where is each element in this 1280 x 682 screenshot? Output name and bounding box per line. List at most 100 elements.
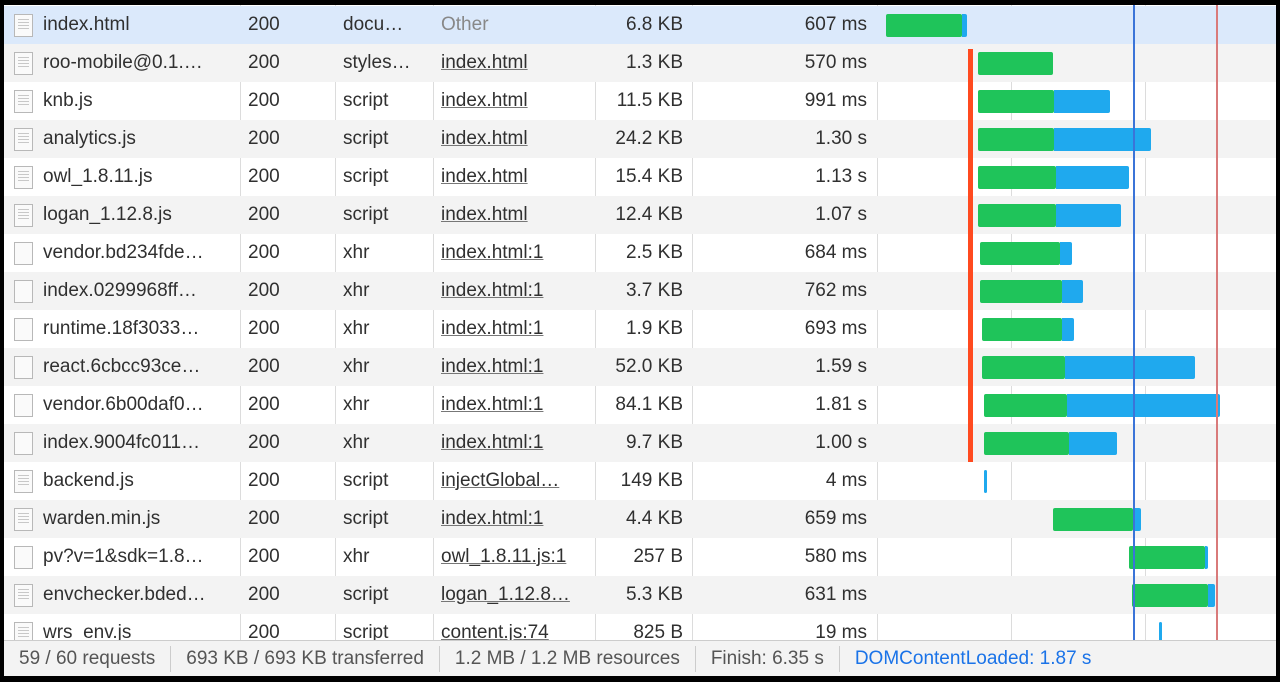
request-initiator[interactable]: index.html:1 — [441, 386, 593, 424]
request-status: 200 — [248, 90, 280, 111]
request-initiator[interactable]: content.js:74 — [441, 614, 593, 640]
request-initiator[interactable]: index.html:1 — [441, 272, 593, 310]
request-time: 1.13 s — [815, 166, 867, 187]
waterfall-download-bar — [1158, 622, 1162, 640]
request-size: 4.4 KB — [625, 508, 683, 529]
request-time: 580 ms — [804, 546, 867, 567]
request-initiator[interactable]: index.html:1 — [441, 234, 593, 272]
document-icon — [14, 508, 33, 531]
request-initiator[interactable]: index.html:1 — [441, 500, 593, 538]
request-size: 1.9 KB — [625, 318, 683, 339]
request-size: 1.3 KB — [625, 52, 683, 73]
request-status: 200 — [248, 622, 280, 640]
waterfall-download-bar — [983, 470, 987, 493]
request-type: script — [343, 166, 389, 187]
request-initiator[interactable]: index.html — [441, 82, 593, 120]
request-time: 1.30 s — [815, 128, 867, 149]
request-initiator[interactable]: index.html — [441, 196, 593, 234]
waterfall-waiting-bar — [983, 394, 1067, 417]
waterfall-download-bar — [1207, 584, 1215, 607]
table-row[interactable]: roo-mobile@0.1.… 200 styles… index.html 1.3 … — [4, 44, 1276, 82]
waterfall-download-bar — [962, 14, 968, 37]
table-row[interactable]: warden.min.js 200 script index.html:1 4.4 KB… — [4, 500, 1276, 538]
request-type: xhr — [343, 546, 370, 567]
request-type: xhr — [343, 432, 370, 453]
table-row[interactable]: owl_1.8.11.js 200 script index.html 15.4 KB 1… — [4, 158, 1276, 196]
request-name: owl_1.8.11.js — [43, 166, 153, 187]
request-status: 200 — [248, 394, 280, 415]
request-status: 200 — [248, 508, 280, 529]
dom-content-loaded-line — [1132, 5, 1135, 640]
waterfall-download-bar — [1056, 204, 1121, 227]
file-icon — [14, 242, 33, 265]
table-row[interactable]: vendor.bd234fde… 200 xhr index.html:1 2.5 KB… — [4, 234, 1276, 272]
request-initiator[interactable]: injectGlobal… — [441, 462, 593, 500]
request-table: index.html 200 docu… Other 6.8 KB 607 ms roo-m… — [4, 5, 1276, 640]
table-row[interactable]: index.9004fc011… 200 xhr index.html:1 9.7 KB… — [4, 424, 1276, 462]
request-initiator[interactable]: logan_1.12.8… — [441, 576, 593, 614]
request-name: analytics.js — [43, 128, 136, 149]
request-name: backend.js — [43, 470, 134, 491]
table-row[interactable]: backend.js 200 script injectGlobal… 149 KB 4 … — [4, 462, 1276, 500]
document-icon — [14, 128, 33, 151]
table-row[interactable]: knb.js 200 script index.html 11.5 KB 991 ms — [4, 82, 1276, 120]
waterfall-waiting-bar — [979, 280, 1062, 303]
request-name: wrs_env.js — [43, 622, 132, 640]
request-initiator[interactable]: index.html — [441, 120, 593, 158]
table-row[interactable]: index.html 200 docu… Other 6.8 KB 607 ms — [4, 6, 1276, 44]
waterfall-download-bar — [1066, 394, 1220, 417]
table-row[interactable]: react.6cbcc93ce… 200 xhr index.html:1 52.0 K… — [4, 348, 1276, 386]
request-status: 200 — [248, 242, 280, 263]
waterfall-waiting-bar — [978, 204, 1056, 227]
request-type: script — [343, 584, 389, 605]
document-icon — [14, 470, 33, 493]
request-initiator[interactable]: index.html:1 — [441, 424, 593, 462]
request-time: 19 ms — [815, 622, 867, 640]
request-time: 1.81 s — [815, 394, 867, 415]
table-row[interactable]: pv?v=1&sdk=1.8… 200 xhr owl_1.8.11.js:1 257 … — [4, 538, 1276, 576]
request-name: runtime.18f3033… — [43, 318, 200, 339]
document-icon — [14, 204, 33, 227]
transferred-size: 693 KB / 693 KB transferred — [171, 645, 440, 672]
waterfall-waiting-bar — [1052, 508, 1133, 531]
request-initiator[interactable]: index.html:1 — [441, 310, 593, 348]
table-row[interactable]: wrs_env.js 200 script content.js:74 825 B 19 … — [4, 614, 1276, 640]
request-name: vendor.bd234fde… — [43, 242, 204, 263]
request-name: react.6cbcc93ce… — [43, 356, 201, 377]
request-initiator[interactable]: index.html:1 — [441, 348, 593, 386]
request-size: 5.3 KB — [625, 584, 683, 605]
table-row[interactable]: vendor.6b00daf0… 200 xhr index.html:1 84.1 K… — [4, 386, 1276, 424]
request-name: index.0299968ff… — [43, 280, 197, 301]
request-initiator: Other — [441, 14, 489, 35]
request-time: 631 ms — [804, 584, 867, 605]
request-type: xhr — [343, 394, 370, 415]
request-name: index.9004fc011… — [43, 432, 201, 453]
request-size: 11.5 KB — [616, 90, 683, 111]
table-row[interactable]: logan_1.12.8.js 200 script index.html 12.4 K… — [4, 196, 1276, 234]
request-status: 200 — [248, 14, 280, 35]
file-icon — [14, 546, 33, 569]
request-type: xhr — [343, 318, 370, 339]
request-initiator[interactable]: owl_1.8.11.js:1 — [441, 538, 593, 576]
table-row[interactable]: runtime.18f3033… 200 xhr index.html:1 1.9 KB… — [4, 310, 1276, 348]
table-row[interactable]: index.0299968ff… 200 xhr index.html:1 3.7 KB… — [4, 272, 1276, 310]
waterfall-download-bar — [1061, 318, 1074, 341]
document-icon — [14, 166, 33, 189]
table-row[interactable]: analytics.js 200 script index.html 24.2 KB 1.… — [4, 120, 1276, 158]
waterfall-waiting-bar — [978, 52, 1053, 75]
waterfall-waiting-bar — [981, 356, 1065, 379]
load-line — [1216, 5, 1218, 640]
document-icon — [14, 52, 33, 75]
request-time: 570 ms — [804, 52, 867, 73]
request-size: 149 KB — [620, 470, 683, 491]
request-type: script — [343, 622, 389, 640]
request-status: 200 — [248, 356, 280, 377]
request-initiator[interactable]: index.html — [441, 158, 593, 196]
request-initiator[interactable]: index.html — [441, 44, 593, 82]
file-icon — [14, 432, 33, 455]
request-name: knb.js — [43, 90, 93, 111]
request-status: 200 — [248, 52, 280, 73]
table-row[interactable]: envchecker.bded… 200 script logan_1.12.8… 5.… — [4, 576, 1276, 614]
request-size: 6.8 KB — [625, 14, 683, 35]
request-time: 684 ms — [804, 242, 867, 263]
